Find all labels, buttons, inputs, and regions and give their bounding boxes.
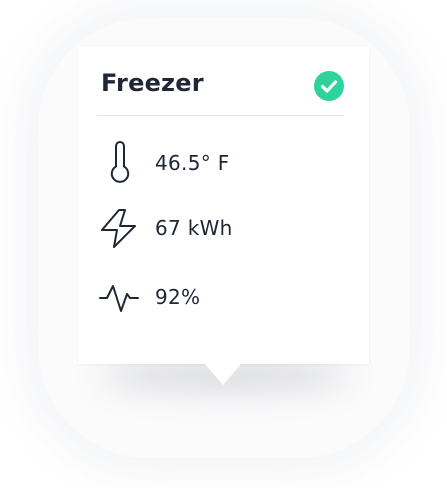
tooltip-stage: Freezer 46.5° F 67 kWh 92% [0, 0, 447, 488]
title-divider [97, 115, 344, 116]
activity-row: 92% [98, 275, 338, 319]
energy-row: 67 kWh [98, 206, 338, 250]
tooltip-pointer [204, 363, 242, 385]
energy-value: 67 kWh [155, 216, 233, 240]
temperature-value: 46.5° F [155, 151, 230, 175]
device-tooltip-card: Freezer 46.5° F 67 kWh 92% [78, 47, 369, 364]
pulse-wave-icon [98, 275, 142, 319]
check-circle-icon [314, 71, 344, 101]
thermometer-icon [98, 141, 142, 185]
device-title: Freezer [101, 69, 204, 97]
lightning-bolt-icon [98, 206, 142, 250]
activity-value: 92% [155, 285, 201, 309]
temperature-row: 46.5° F [98, 141, 338, 185]
